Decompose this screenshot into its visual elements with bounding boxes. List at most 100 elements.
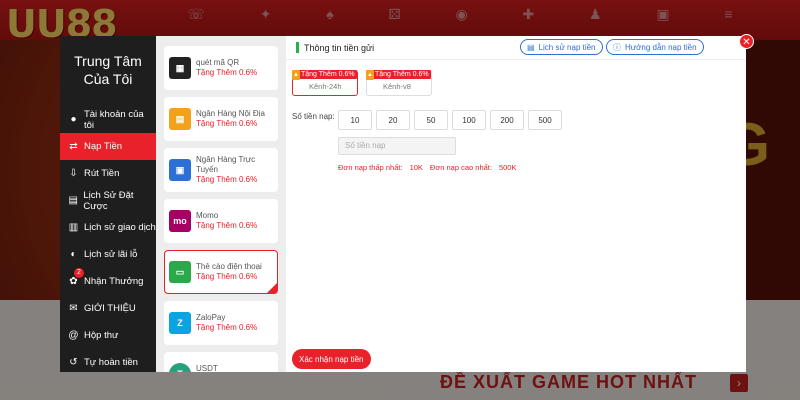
deposit-panel: Thông tin tiền gửi ▤ Lịch sử nạp tiền ⓘ … xyxy=(286,34,754,372)
deposit-method[interactable]: ▣ Ngân Hàng Trực Tuyến Tặng Thêm 0.6% xyxy=(164,148,278,192)
method-name: Thẻ cào điện thoại xyxy=(196,262,262,271)
channel-bonus-tag: Tặng Thêm 0.6% xyxy=(373,70,431,79)
deposit-method[interactable]: Z ZaloPay Tặng Thêm 0.6% xyxy=(164,301,278,345)
mail-icon: @ xyxy=(68,330,79,341)
sidebar-item-label: Rút Tiền xyxy=(84,168,120,179)
method-name: Ngân Hàng Trực Tuyến xyxy=(196,155,256,174)
deposit-method[interactable]: ▤ Ngân Hàng Nội Địa Tặng Thêm 0.6% xyxy=(164,97,278,141)
channel-bonus-tag: Tặng Thêm 0.6% xyxy=(299,70,357,79)
channel-name: Kênh-v8 xyxy=(383,82,411,91)
usdt-icon: T xyxy=(169,363,191,372)
method-name: quét mã QR xyxy=(196,58,240,67)
method-name: USDT xyxy=(196,364,218,372)
amount-preset-button[interactable]: 500 xyxy=(528,110,562,130)
deposit-limits: Đơn nạp thấp nhất: 10K Đơn nạp cao nhất:… xyxy=(338,163,517,172)
flame-icon: ▲ xyxy=(292,70,300,80)
deposit-history-label: Lịch sử nạp tiền xyxy=(538,42,596,52)
referral-icon: ✉ xyxy=(69,303,78,314)
cashback-icon: ↺ xyxy=(69,357,78,368)
channel-list: Tặng Thêm 0.6% ▲ Kênh-24h Tặng Thêm 0.6% ▲ Kê… xyxy=(292,70,432,96)
method-bonus: Tặng Thêm 0.6% xyxy=(196,221,258,230)
method-bonus: Tặng Thêm 0.6% xyxy=(196,68,258,77)
sidebar-item[interactable]: ⇄ Nạp Tiền xyxy=(60,133,156,160)
sidebar-item-label: Hộp thư xyxy=(84,330,119,341)
method-bonus: Tặng Thêm 0.6% xyxy=(196,272,258,281)
channel-option[interactable]: Tặng Thêm 0.6% ▲ Kênh-24h xyxy=(292,70,358,96)
account-sidebar: Trung Tâm Của Tôi ● Tài khoản của tôi ⇄ Nạp… xyxy=(60,36,156,372)
profit-loss-icon: ◐ xyxy=(70,249,77,260)
deposit-icon: ⇄ xyxy=(69,141,78,152)
phone-card-icon: ▭ xyxy=(169,261,191,283)
sidebar-item[interactable]: ▥ Lịch sử giao dịch xyxy=(60,214,156,241)
history-icon: ▤ xyxy=(527,42,535,52)
min-limit-value: 10K xyxy=(409,163,423,172)
sidebar-item[interactable]: ⇩ Rút Tiền xyxy=(60,160,156,187)
close-icon[interactable]: ✕ xyxy=(739,34,754,49)
amount-input[interactable]: Số tiền nạp xyxy=(338,137,456,155)
deposit-guide-button[interactable]: ⓘ Hướng dẫn nạp tiền xyxy=(606,39,704,55)
sidebar-item[interactable]: ✉ GIỚI THIỆU xyxy=(60,295,156,322)
sidebar-menu: ● Tài khoản của tôi ⇄ Nạp Tiền ⇩ Rút Tiền ▤ Lịc… xyxy=(60,106,156,376)
sidebar-title-line2: Của Tôi xyxy=(83,71,133,87)
sidebar-item[interactable]: ▤ Lịch Sử Đặt Cược xyxy=(60,187,156,214)
deposit-method[interactable]: mo Momo Tặng Thêm 0.6% xyxy=(164,199,278,243)
method-bonus: Tặng Thêm 0.6% xyxy=(196,119,258,128)
min-limit-label: Đơn nạp thấp nhất: xyxy=(338,163,403,172)
method-text: Ngân Hàng Trực Tuyến Tặng Thêm 0.6% xyxy=(196,155,273,185)
method-bonus: Tặng Thêm 0.6% xyxy=(196,323,258,332)
amount-preset-button[interactable]: 100 xyxy=(452,110,486,130)
channel-option[interactable]: Tặng Thêm 0.6% ▲ Kênh-v8 xyxy=(366,70,432,96)
sidebar-item[interactable]: ✿ 2 Nhận Thưởng xyxy=(60,268,156,295)
method-text: Thẻ cào điện thoại Tặng Thêm 0.6% xyxy=(196,262,262,282)
method-name: ZaloPay xyxy=(196,313,226,322)
method-bonus: Tặng Thêm 0.6% xyxy=(196,175,258,184)
sidebar-item[interactable]: ↺ Tự hoàn tiền xyxy=(60,349,156,376)
withdraw-icon: ⇩ xyxy=(69,168,78,179)
deposit-method[interactable]: ▭ Thẻ cào điện thoại Tặng Thêm 0.6% xyxy=(164,250,278,294)
momo-icon: mo xyxy=(169,210,191,232)
deposit-history-button[interactable]: ▤ Lịch sử nạp tiền xyxy=(520,39,603,55)
sidebar-item-label: Nhận Thưởng xyxy=(84,276,144,287)
deposit-method[interactable]: ▦ quét mã QR Tặng Thêm 0.6% xyxy=(164,46,278,90)
deposit-title: Thông tin tiền gửi xyxy=(304,42,375,53)
zalopay-icon: Z xyxy=(169,312,191,334)
amount-presets: 10 20 50 100 200 500 xyxy=(338,110,562,130)
account-center-modal: Trung Tâm Của Tôi ● Tài khoản của tôi ⇄ Nạp… xyxy=(60,34,754,372)
max-limit-label: Đơn nạp cao nhất: xyxy=(429,163,492,172)
amount-preset-button[interactable]: 20 xyxy=(376,110,410,130)
sidebar-title: Trung Tâm Của Tôi xyxy=(60,36,156,106)
method-text: ZaloPay Tặng Thêm 0.6% xyxy=(196,313,257,333)
method-text: USDTTặng Thêm 1% xyxy=(196,364,251,372)
method-text: Ngân Hàng Nội Địa Tặng Thêm 0.6% xyxy=(196,109,265,129)
sidebar-item-label: GIỚI THIỆU xyxy=(84,303,136,314)
header-accent-bar xyxy=(296,42,299,53)
sidebar-item-label: Tài khoản của tôi xyxy=(83,108,144,131)
sidebar-item-label: Lịch sử giao dịch xyxy=(84,222,156,233)
qr-code-icon: ▦ xyxy=(169,57,191,79)
sidebar-item-label: Nạp Tiền xyxy=(84,141,123,152)
sidebar-item[interactable]: @ Hộp thư xyxy=(60,322,156,349)
info-icon: ⓘ xyxy=(613,42,621,52)
amount-label: Số tiền nạp: xyxy=(292,112,335,121)
method-name: Ngân Hàng Nội Địa xyxy=(196,109,265,118)
sidebar-title-line1: Trung Tâm xyxy=(74,53,142,69)
method-text: Momo Tặng Thêm 0.6% xyxy=(196,211,257,231)
sidebar-item-label: Lịch sử lãi lỗ xyxy=(84,249,138,260)
deposit-method[interactable]: T USDTTặng Thêm 1% xyxy=(164,352,278,372)
amount-preset-button[interactable]: 200 xyxy=(490,110,524,130)
confirm-deposit-button[interactable]: Xác nhận nạp tiền xyxy=(292,349,371,369)
bank-domestic-icon: ▤ xyxy=(169,108,191,130)
sidebar-item-label: Tự hoàn tiền xyxy=(84,357,138,368)
user-icon: ● xyxy=(70,114,77,125)
sidebar-item[interactable]: ◐ Lịch sử lãi lỗ xyxy=(60,241,156,268)
notification-badge: 2 xyxy=(74,268,84,278)
flame-icon: ▲ xyxy=(366,70,374,80)
transaction-history-icon: ▥ xyxy=(68,222,79,233)
amount-preset-button[interactable]: 10 xyxy=(338,110,372,130)
channel-name: Kênh-24h xyxy=(309,82,342,91)
amount-preset-button[interactable]: 50 xyxy=(414,110,448,130)
deposit-methods-list: ▦ quét mã QR Tặng Thêm 0.6% ▤ Ngân Hàng Nội … xyxy=(156,36,286,372)
deposit-guide-label: Hướng dẫn nạp tiền xyxy=(625,42,697,52)
sidebar-item[interactable]: ● Tài khoản của tôi xyxy=(60,106,156,133)
max-limit-value: 500K xyxy=(498,163,517,172)
